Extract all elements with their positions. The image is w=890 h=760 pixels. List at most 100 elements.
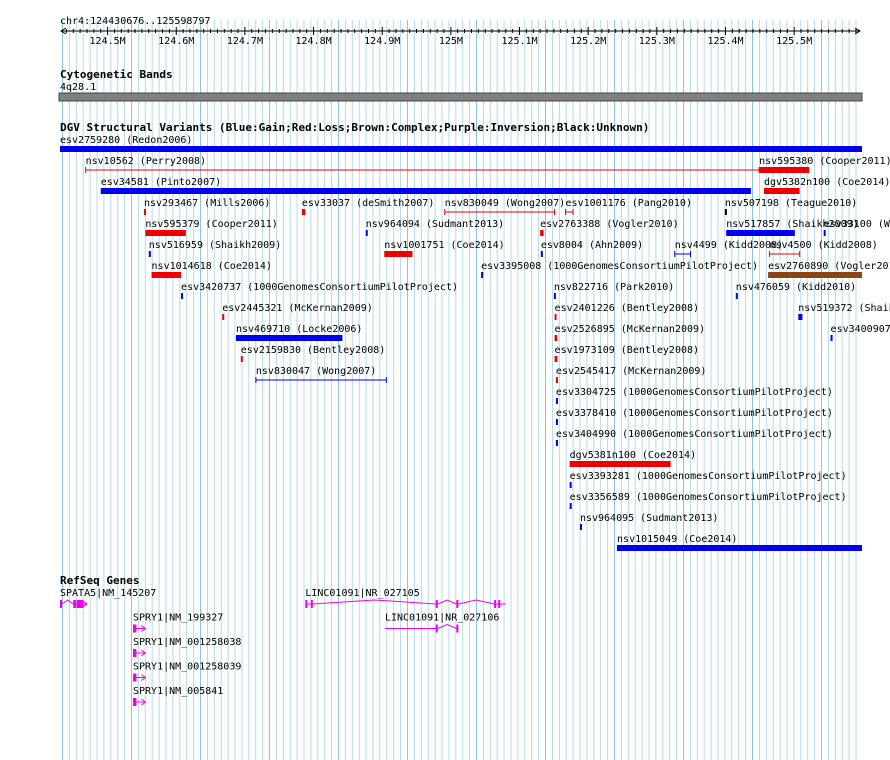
dgv-feature[interactable]: esv2760890 (Vogler2010) bbox=[768, 261, 890, 278]
dgv-feature[interactable]: esv3304725 (1000GenomesConsortiumPilotPr… bbox=[555, 387, 833, 404]
dgv-feature-label: nsv964094 (Sudmant2013) bbox=[366, 219, 504, 230]
dgv-feature-label: esv3378410 (1000GenomesConsortiumPilotPr… bbox=[556, 408, 833, 419]
gene-exon bbox=[494, 600, 497, 608]
gene-exon bbox=[456, 600, 459, 608]
dgv-feature[interactable]: dgv5381n100 (Coe2014) bbox=[569, 450, 696, 467]
dgv-feature-bar bbox=[763, 188, 800, 194]
refseq-gene-label: SPRY1|NM_001258038 bbox=[133, 637, 241, 648]
dgv-feature[interactable]: nsv595380 (Cooper2011) bbox=[759, 156, 890, 173]
cytoband-bar[interactable] bbox=[58, 92, 863, 102]
dgv-feature-bar bbox=[768, 272, 862, 278]
dgv-feature[interactable]: esv3395008 (1000GenomesConsortiumPilotPr… bbox=[481, 261, 758, 278]
dgv-feature-bar bbox=[540, 251, 543, 257]
ruler-tick-label: 124.6M bbox=[158, 36, 194, 47]
dgv-feature[interactable]: nsv1015049 (Coe2014) bbox=[617, 534, 862, 551]
refseq-gene-label: LINC01091|NR_027106 bbox=[385, 613, 499, 624]
dgv-feature[interactable]: esv3420737 (1000GenomesConsortiumPilotPr… bbox=[181, 282, 458, 299]
dgv-feature-bar bbox=[151, 272, 182, 278]
refseq-gene-label: SPRY1|NM_001258039 bbox=[133, 662, 241, 673]
dgv-feature[interactable]: nsv830049 (Wong2007) bbox=[444, 198, 565, 215]
ruler-tick-label: 125.1M bbox=[501, 36, 537, 47]
gene-exon bbox=[132, 624, 137, 633]
dgv-feature-label: esv2760890 (Vogler2010) bbox=[768, 261, 890, 272]
ruler-tick-label: 125.3M bbox=[639, 36, 675, 47]
dgv-feature-label: esv1973109 (Bentley2008) bbox=[555, 345, 700, 356]
dgv-feature[interactable]: esv2401226 (Bentley2008) bbox=[554, 303, 700, 320]
dgv-feature-label: esv2759280 (Redon2006) bbox=[60, 135, 192, 146]
dgv-feature-bar bbox=[100, 188, 751, 194]
dgv-feature-bar bbox=[555, 419, 558, 425]
dgv-feature[interactable]: nsv830047 (Wong2007) bbox=[255, 366, 387, 383]
dgv-feature[interactable]: nsv4500 (Kidd2008) bbox=[768, 240, 878, 257]
dgv-feature[interactable]: esv3378410 (1000GenomesConsortiumPilotPr… bbox=[555, 408, 833, 425]
dgv-feature[interactable]: esv2763388 (Vogler2010) bbox=[540, 219, 679, 236]
dgv-feature-label: esv3395008 (1000GenomesConsortiumPilotPr… bbox=[481, 261, 758, 272]
dgv-feature-bar bbox=[555, 440, 558, 446]
dgv-feature-bar bbox=[726, 230, 795, 236]
ruler-label: chr4:124430676..125598797 bbox=[60, 16, 211, 27]
gene-exon bbox=[132, 698, 137, 706]
dgv-feature-label: dgv5381n100 (Coe2014) bbox=[570, 450, 696, 461]
dgv-feature-label: esv3304725 (1000GenomesConsortiumPilotPr… bbox=[556, 387, 833, 398]
dgv-feature-label: esv3393281 (1000GenomesConsortiumPilotPr… bbox=[570, 471, 847, 482]
dgv-feature-bar bbox=[143, 209, 147, 215]
gene-exon bbox=[132, 649, 137, 657]
refseq-gene-label: SPRY1|NM_005841 bbox=[133, 686, 223, 697]
gene-exon bbox=[435, 600, 438, 608]
dgv-feature[interactable]: esv1973109 (Bentley2008) bbox=[554, 345, 700, 362]
dgv-feature-bar bbox=[60, 146, 862, 152]
dgv-feature[interactable]: esv3404990 (1000GenomesConsortiumPilotPr… bbox=[555, 429, 833, 446]
dgv-feature[interactable]: nsv595379 (Cooper2011) bbox=[145, 219, 278, 236]
dgv-feature[interactable]: esv2526895 (McKernan2009) bbox=[554, 324, 706, 341]
gene-exon bbox=[73, 600, 77, 608]
dgv-feature-label: esv34581 (Pinto2007) bbox=[101, 177, 221, 188]
dgv-feature-bar bbox=[553, 293, 556, 299]
dgv-feature[interactable]: nsv519372 (Shaikh2009) bbox=[798, 303, 890, 320]
dgv-feature[interactable]: esv3400907 (1000GenomesConsortiumPilotPr… bbox=[830, 324, 890, 341]
dgv-feature[interactable]: nsv1014618 (Coe2014) bbox=[151, 261, 272, 278]
ruler-tick-label: 124.7M bbox=[227, 36, 263, 47]
dgv-feature-label: esv33100 (Wong2007) bbox=[824, 219, 890, 230]
dgv-feature-label: nsv4499 (Kidd2008) bbox=[675, 240, 783, 251]
dgv-feature-bar bbox=[830, 335, 833, 341]
dgv-feature-bar bbox=[798, 314, 803, 320]
ruler-tick-label: 124.8M bbox=[296, 36, 332, 47]
ruler-tick-label: 125.2M bbox=[570, 36, 606, 47]
dgv-feature[interactable]: nsv516959 (Shaikh2009) bbox=[148, 240, 281, 257]
dgv-feature-label: esv2401226 (Bentley2008) bbox=[555, 303, 700, 314]
dgv-feature[interactable]: esv3356589 (1000GenomesConsortiumPilotPr… bbox=[569, 492, 847, 509]
dgv-feature[interactable]: esv2759280 (Redon2006) bbox=[60, 135, 862, 152]
dgv-feature[interactable]: nsv10562 (Perry2008) bbox=[85, 156, 760, 173]
gene-exon bbox=[310, 600, 313, 608]
dgv-feature[interactable]: nsv507198 (Teague2010) bbox=[724, 198, 857, 215]
cytoband-label: 4q28.1 bbox=[60, 82, 96, 93]
dgv-feature-bar bbox=[148, 251, 151, 257]
dgv-feature-label: nsv595380 (Cooper2011) bbox=[759, 156, 890, 167]
dgv-feature-bar bbox=[569, 482, 572, 488]
dgv-feature[interactable]: nsv476059 (Kidd2010) bbox=[735, 282, 856, 299]
refseq-gene[interactable]: SPRY1|NM_005841 bbox=[132, 686, 223, 706]
dgv-feature[interactable]: nsv1001751 (Coe2014) bbox=[384, 240, 505, 257]
dgv-feature-bar bbox=[145, 230, 186, 236]
gene-intron-line bbox=[305, 599, 506, 605]
dgv-feature-label: esv2445321 (McKernan2009) bbox=[222, 303, 373, 314]
dgv-feature[interactable]: esv3393281 (1000GenomesConsortiumPilotPr… bbox=[569, 471, 847, 488]
dgv-feature-label: nsv469710 (Locke2006) bbox=[236, 324, 362, 335]
dgv-features: esv2759280 (Redon2006) nsv10562 (Perry200… bbox=[60, 135, 890, 551]
refseq-gene[interactable]: SPATA5|NM_145207 bbox=[60, 588, 156, 608]
refseq-gene[interactable]: LINC01091|NR_027105 bbox=[305, 588, 506, 608]
dgv-feature[interactable]: nsv4499 (Kidd2008) bbox=[674, 240, 783, 257]
ruler-ticks: 124.5M 124.6M 124.7M 124.8M 124.9M 125M 125.1M… bbox=[65, 27, 857, 47]
dgv-feature-bar bbox=[481, 272, 484, 278]
dgv-feature-bar bbox=[240, 356, 243, 362]
dgv-feature[interactable]: nsv469710 (Locke2006) bbox=[235, 324, 362, 341]
refseq-gene[interactable]: SPRY1|NM_199327 bbox=[132, 613, 223, 633]
dgv-feature[interactable]: dgv5382n100 (Coe2014) bbox=[763, 177, 890, 194]
ruler-tick-label: 125.5M bbox=[776, 36, 812, 47]
dgv-feature-bar bbox=[235, 335, 343, 341]
dgv-feature-label: nsv964095 (Sudmant2013) bbox=[580, 513, 718, 524]
dgv-feature-bar bbox=[540, 230, 544, 236]
dgv-feature[interactable]: esv34581 (Pinto2007) bbox=[100, 177, 751, 194]
dgv-feature[interactable]: esv33100 (Wong2007) bbox=[823, 219, 890, 236]
ruler-tick-label: 125.4M bbox=[707, 36, 743, 47]
